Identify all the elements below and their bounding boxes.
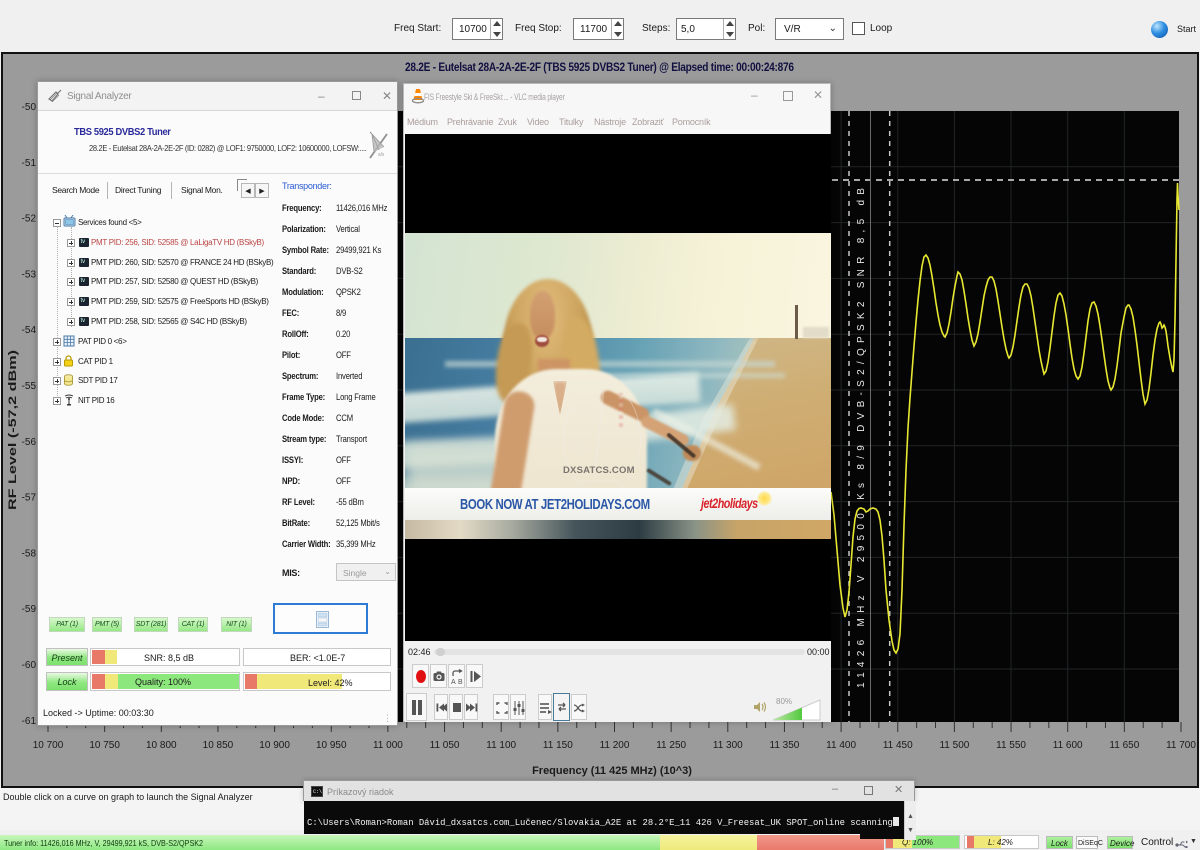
svg-text:-60: -60 [22,660,37,671]
svg-text:10 850: 10 850 [203,740,234,751]
svg-text:11426 MHz V 29500 Ks 8/9 DVB-S: 11426 MHz V 29500 Ks 8/9 DVB-S2/QPSK2 SN… [856,188,867,688]
svg-text:-52: -52 [22,214,37,225]
svg-text:-57: -57 [22,493,37,504]
svg-text:11 500: 11 500 [939,740,969,751]
svg-text:-61: -61 [22,716,37,727]
svg-text:10 800: 10 800 [146,740,177,751]
svg-text:-56: -56 [22,437,37,448]
svg-text:-55: -55 [22,381,37,392]
svg-text:10 700: 10 700 [33,740,64,751]
svg-text:11 450: 11 450 [883,740,913,751]
svg-text:11 350: 11 350 [770,740,800,751]
svg-text:11 100: 11 100 [486,740,516,751]
svg-text:11 300: 11 300 [713,740,743,751]
svg-text:11 550: 11 550 [996,740,1026,751]
svg-text:11 600: 11 600 [1053,740,1083,751]
svg-text:RF Level (-57,2 dBm): RF Level (-57,2 dBm) [7,350,19,510]
svg-text:B: B [458,679,463,686]
svg-text:11 250: 11 250 [656,740,686,751]
svg-text:11 400: 11 400 [826,740,856,751]
svg-text:11 050: 11 050 [430,740,460,751]
svg-text:11 200: 11 200 [600,740,630,751]
svg-text:A: A [451,679,456,686]
svg-text:10 750: 10 750 [89,740,120,751]
svg-text:11 150: 11 150 [543,740,573,751]
svg-text:Frequency (11 425 MHz) (10^3): Frequency (11 425 MHz) (10^3) [532,765,692,777]
svg-text:11 000: 11 000 [373,740,403,751]
svg-text:10 950: 10 950 [316,740,347,751]
svg-text:-50: -50 [22,102,37,113]
svg-text:11 650: 11 650 [1109,740,1139,751]
svg-text:sls: sls [378,152,385,158]
svg-text:11 700: 11 700 [1166,740,1196,751]
svg-text:-53: -53 [22,269,37,280]
svg-text:-54: -54 [22,325,37,336]
svg-text:-51: -51 [22,158,37,169]
svg-text:-59: -59 [22,604,37,615]
svg-text:-58: -58 [22,548,37,559]
svg-text:10 900: 10 900 [259,740,290,751]
